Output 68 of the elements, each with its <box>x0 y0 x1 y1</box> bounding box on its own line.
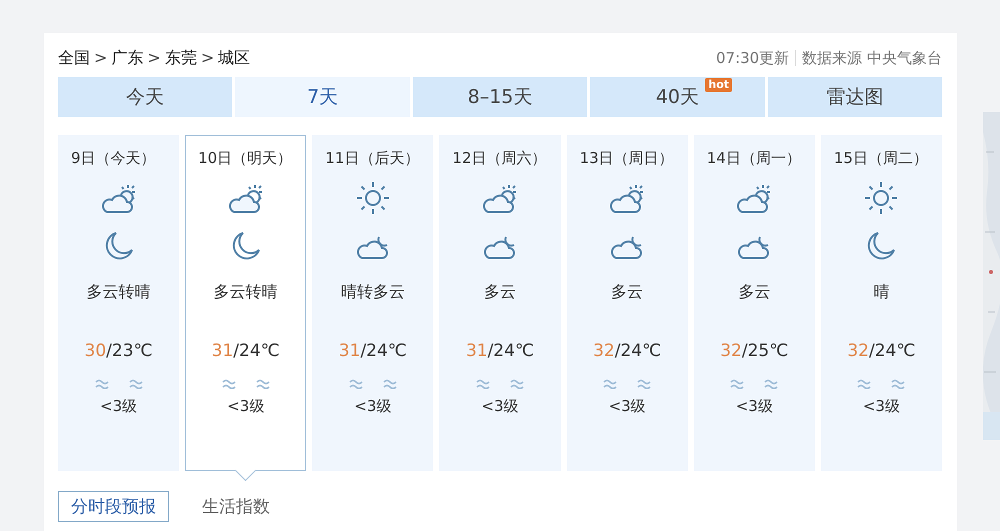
breadcrumb-separator: > <box>200 48 214 68</box>
day-date: 10日（明天） <box>198 149 292 168</box>
wind-level: <3级 <box>227 397 264 416</box>
weather-description: 晴转多云 <box>340 282 405 303</box>
sun-icon <box>863 180 900 216</box>
breadcrumb-link[interactable]: 全国 <box>58 48 90 68</box>
wind-icon <box>348 379 363 389</box>
day-date: 15日（周二） <box>834 149 928 168</box>
wind-icon <box>256 379 270 389</box>
wind-icon <box>382 379 397 389</box>
weather-description: 晴 <box>873 282 890 303</box>
hot-badge: hot <box>705 78 732 92</box>
day-date: 13日（周日） <box>580 149 674 168</box>
wind-icon <box>764 379 778 389</box>
forecast-tab[interactable]: 8–15天 <box>412 77 588 117</box>
breadcrumb-link[interactable]: 城区 <box>218 48 250 68</box>
sub-tab[interactable]: 生活指数 <box>189 491 283 522</box>
wind-icon <box>94 379 109 389</box>
wind-icon <box>510 379 524 389</box>
day-date: 14日（周一） <box>706 149 801 168</box>
temperature: 31/24℃ <box>338 341 407 361</box>
wind-icon <box>730 379 744 389</box>
wind-icon <box>476 379 490 389</box>
weather-description: 多云 <box>611 282 644 303</box>
day-card[interactable]: 9日（今天） 多云转晴 30/23℃ <3级 <box>58 135 180 471</box>
wind-level: <3级 <box>100 397 138 416</box>
temperature: 30/23℃ <box>84 341 153 361</box>
breadcrumb-link[interactable]: 东莞 <box>164 48 197 68</box>
breadcrumb-separator: > <box>147 48 161 68</box>
update-time: 07:30更新 <box>716 48 790 68</box>
wind-level: <3级 <box>608 397 646 416</box>
temperature: 32/25℃ <box>720 341 788 361</box>
day-card[interactable]: 12日（周六） 多云 31/24℃ <3级 <box>439 135 561 471</box>
temperature: 31/24℃ <box>212 341 280 361</box>
temperature: 32/24℃ <box>847 341 916 361</box>
day-date: 12日（周六） <box>452 149 547 168</box>
day-card[interactable]: 13日（周日） 多云 32/24℃ <3级 <box>566 135 688 471</box>
forecast-tab[interactable]: 7天 <box>235 77 410 117</box>
day-date: 9日（今天） <box>71 149 156 168</box>
breadcrumb-separator: > <box>94 48 108 68</box>
day-card[interactable]: 14日（周一） 多云 32/25℃ <3级 <box>694 135 815 471</box>
weather-description: 多云转晴 <box>214 282 278 303</box>
wind-icon <box>637 379 652 389</box>
wind-level: <3级 <box>354 397 392 416</box>
sun-icon <box>354 180 391 216</box>
wind-level: <3级 <box>736 397 773 416</box>
weather-description: 多云转晴 <box>86 282 151 303</box>
day-date: 11日（后天） <box>325 149 420 168</box>
temperature: 32/24℃ <box>593 341 662 361</box>
wind-icon <box>128 379 143 389</box>
wind-icon <box>603 379 618 389</box>
forecast-tab[interactable]: 40天 hot <box>590 77 765 117</box>
temperature: 31/24℃ <box>466 341 534 361</box>
data-source: 数据来源 中央气象台 <box>802 48 942 68</box>
day-card[interactable]: 11日（后天） 晴转多云 31/24℃ <3级 <box>312 135 434 471</box>
sub-tab[interactable]: 分时段预报 <box>58 491 169 522</box>
moon-icon <box>865 230 898 262</box>
wind-icon <box>222 379 236 389</box>
wind-icon <box>857 379 872 389</box>
forecast-tab[interactable]: 今天 <box>58 77 232 117</box>
wind-level: <3级 <box>862 397 900 416</box>
wind-level: <3级 <box>481 397 519 416</box>
day-card[interactable]: 15日（周二） 晴 32/24℃ <3级 <box>820 135 942 471</box>
breadcrumb-link[interactable]: 广东 <box>111 48 144 68</box>
forecast-tab[interactable]: 雷达图 <box>768 77 942 117</box>
weather-description: 多云 <box>738 282 770 303</box>
weather-description: 多云 <box>484 282 516 303</box>
wind-icon <box>891 379 906 389</box>
